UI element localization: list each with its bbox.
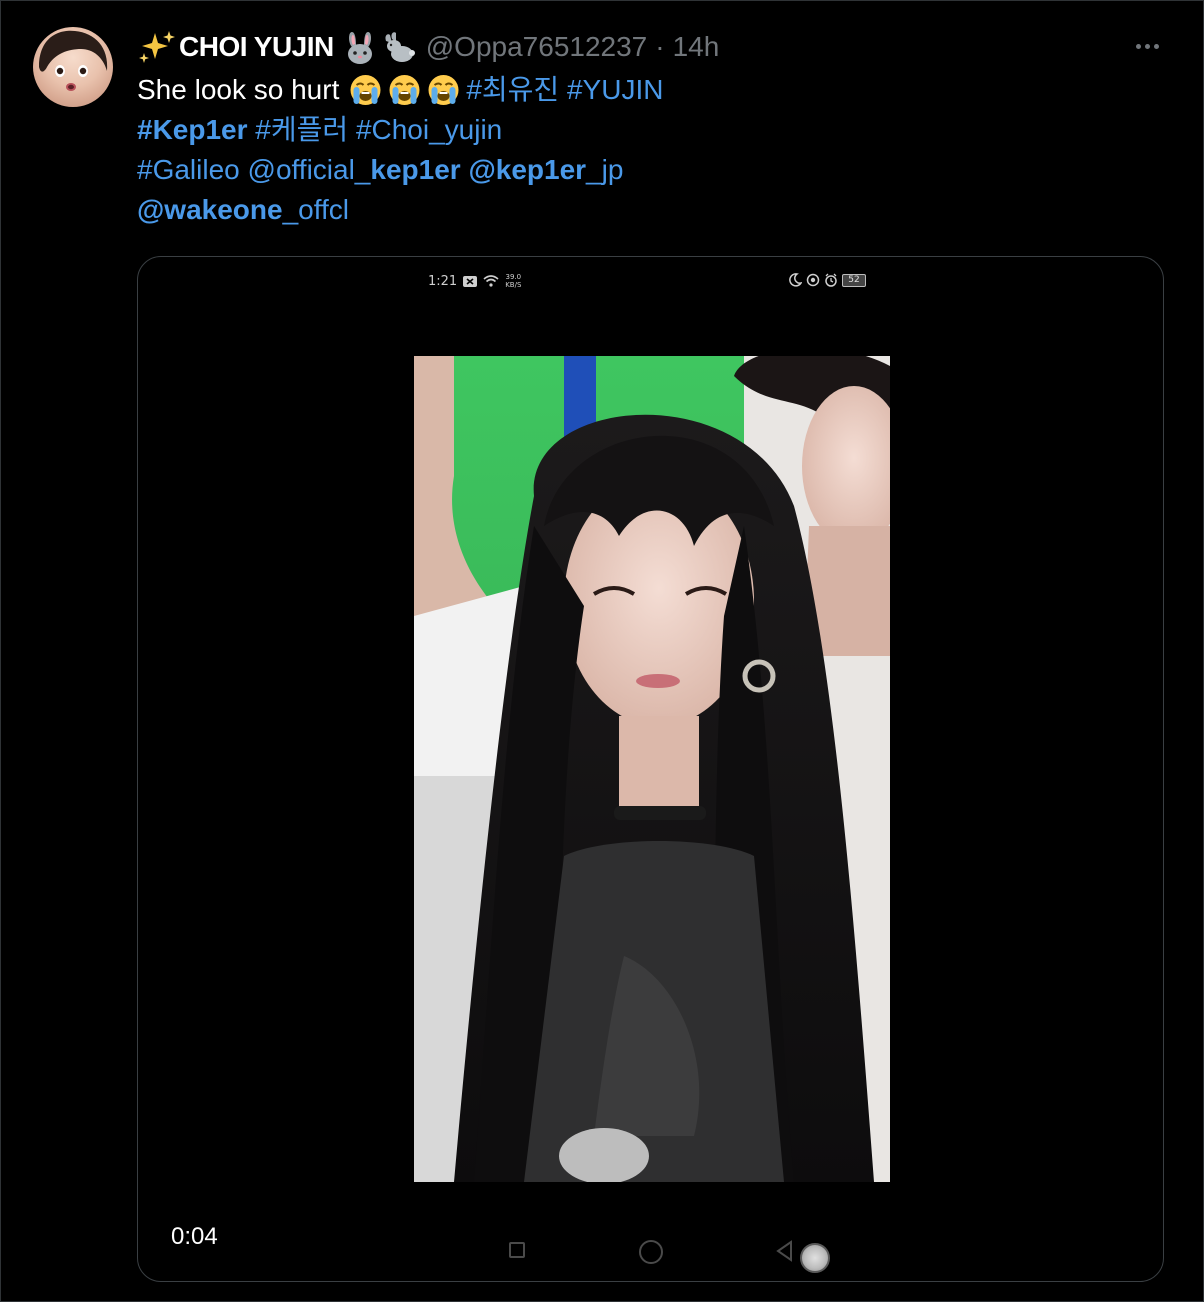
video-media-card[interactable]: 1:21 39.0 KB/S 52 0:04 (137, 256, 1164, 1282)
tweet-plain-text: She look so hurt (137, 74, 340, 105)
hashtag-link[interactable]: #Galileo (137, 150, 240, 190)
crying-emojis (347, 72, 464, 108)
mention-text: _jp (586, 154, 624, 185)
hashtag-link[interactable]: #최유진 (466, 70, 559, 110)
network-speed-unit: KB/S (505, 281, 522, 289)
loudly-crying-face-icon (389, 75, 420, 105)
mention-bold-text: @kep1er (468, 154, 587, 185)
hashtag-bold-text: Kep1er (152, 114, 248, 145)
focus-mode-icon (806, 273, 820, 287)
mention-bold-text: @wakeone (137, 194, 283, 225)
avatar[interactable] (33, 27, 113, 107)
loudly-crying-face-icon (428, 75, 459, 105)
hashtag-link[interactable]: #YUJIN (567, 70, 663, 110)
more-options-button[interactable] (1126, 32, 1168, 60)
hashtag-link[interactable]: #Choi_yujin (356, 110, 502, 150)
sparkles-icon (139, 31, 175, 63)
hashtag-link-kep1er[interactable]: #Kep1er (137, 110, 248, 150)
network-speed-value: 39.0 (505, 273, 522, 281)
mention-link-official-kep1er[interactable]: @official_kep1er (248, 150, 461, 190)
status-left: 1:21 39.0 KB/S (428, 273, 521, 289)
home-icon (639, 1240, 663, 1264)
user-handle[interactable]: @Oppa76512237 (426, 31, 648, 63)
rabbit-icon (385, 32, 415, 62)
video-thumbnail (414, 356, 890, 1182)
hashtag-prefix: # (137, 114, 153, 145)
hashtag-link[interactable]: #케플러 (255, 110, 348, 150)
mention-link-kep1er-jp[interactable]: @kep1er_jp (468, 150, 623, 190)
notification-icon (463, 275, 478, 287)
more-dot-icon (1153, 43, 1159, 49)
status-time: 1:21 (428, 273, 458, 289)
loudly-crying-face-icon (350, 75, 381, 105)
tweet-line-4: @wakeone_offcl (137, 190, 1137, 230)
tweet-header: CHOI YUJIN @Oppa76512237 · 14h (137, 27, 719, 67)
phone-status-bar: 1:21 39.0 KB/S 52 (138, 269, 1163, 293)
tweet-text: She look so hurt #최유진 #YUJIN #Kep1er #케플… (137, 70, 1137, 230)
video-timestamp: 0:04 (171, 1223, 218, 1250)
moon-icon (789, 273, 802, 287)
name-emojis (342, 29, 416, 65)
wifi-icon (483, 275, 499, 287)
mention-text: @official_ (247, 154, 371, 185)
video-player[interactable] (414, 356, 890, 1182)
mention-bold-text: kep1er (370, 154, 461, 185)
status-right: 52 (788, 273, 866, 287)
display-name[interactable]: CHOI YUJIN (179, 31, 334, 63)
mention-text: _offcl (282, 194, 349, 225)
more-dot-icon (1135, 43, 1141, 49)
rabbit-face-icon (347, 32, 372, 64)
tweet-time[interactable]: 14h (673, 31, 720, 63)
touch-indicator-icon (800, 1243, 830, 1273)
network-speed: 39.0 KB/S (505, 273, 521, 289)
more-dot-icon (1144, 43, 1150, 49)
tweet-line-1: She look so hurt #최유진 #YUJIN (137, 70, 1137, 110)
battery-icon: 52 (842, 273, 866, 287)
tweet-line-3: #Galileo @official_kep1er @kep1er_jp (137, 150, 1137, 190)
tweet-line-2: #Kep1er #케플러 #Choi_yujin (137, 110, 1137, 150)
back-icon (776, 1240, 792, 1262)
avatar-image (39, 30, 108, 91)
mention-link-wakeone[interactable]: @wakeone_offcl (137, 190, 349, 230)
alarm-icon (825, 273, 837, 287)
separator-dot: · (655, 31, 665, 62)
recent-apps-icon (509, 1242, 525, 1258)
